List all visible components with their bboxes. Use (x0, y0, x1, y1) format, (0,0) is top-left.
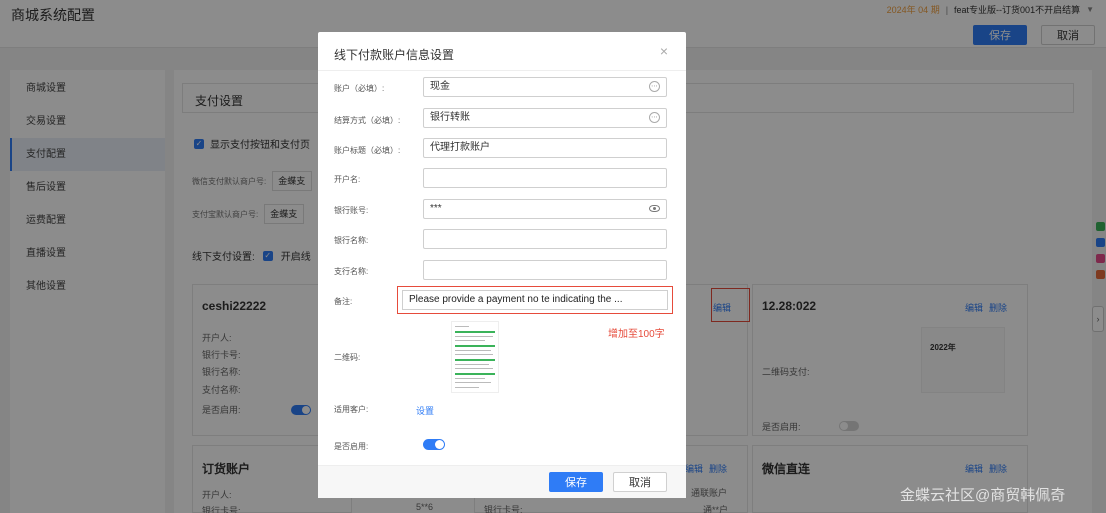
account-select[interactable]: 现金 ⋯ (423, 77, 667, 97)
divider (318, 70, 686, 71)
account-value: 现金 (430, 81, 450, 92)
customer-set-link[interactable]: 设置 (416, 404, 434, 417)
holder-input[interactable] (423, 168, 667, 188)
note-highlight-box: Please provide a payment no te indicatin… (397, 286, 673, 314)
settle-value: 银行转账 (430, 112, 470, 123)
bank-no-label: 银行账号: (334, 206, 369, 215)
close-icon[interactable]: × (660, 43, 668, 59)
customer-label: 适用客户: (334, 405, 369, 414)
more-icon[interactable]: ⋯ (649, 81, 660, 92)
more-icon[interactable]: ⋯ (649, 112, 660, 123)
enabled-toggle[interactable] (423, 439, 445, 450)
watermark: 金蝶云社区@商贸韩佩奇 (900, 487, 1066, 504)
modal-save-button[interactable]: 保存 (549, 472, 603, 492)
eye-icon[interactable] (649, 205, 660, 212)
note-input[interactable]: Please provide a payment no te indicatin… (402, 290, 668, 310)
account-title-label: 账户标题（必填）: (334, 146, 401, 155)
offline-account-modal: 线下付款账户信息设置 × 账户（必填）: 现金 ⋯ 结算方式（必填）: 银行转账… (318, 32, 686, 498)
enabled-label: 是否启用: (334, 442, 369, 451)
settle-label: 结算方式（必填）: (334, 116, 401, 125)
bank-no-input[interactable]: *** (423, 199, 667, 219)
account-title-input[interactable]: 代理打款账户 (423, 138, 667, 158)
account-label: 账户（必填）: (334, 84, 385, 93)
holder-label: 开户名: (334, 175, 361, 184)
bank-name-input[interactable] (423, 229, 667, 249)
qr-label: 二维码: (334, 353, 361, 362)
modal-cancel-button[interactable]: 取消 (613, 472, 667, 492)
note-hint: 增加至100字 (608, 329, 665, 340)
modal-title: 线下付款账户信息设置 (334, 48, 455, 62)
bank-no-value: *** (430, 203, 442, 214)
modal-footer: 保存 取消 (318, 465, 686, 498)
bank-name-label: 银行名称: (334, 236, 369, 245)
branch-input[interactable] (423, 260, 667, 280)
qr-code-image[interactable] (451, 321, 499, 393)
branch-label: 支行名称: (334, 267, 369, 276)
note-label: 备注: (334, 297, 353, 306)
settle-select[interactable]: 银行转账 ⋯ (423, 108, 667, 128)
